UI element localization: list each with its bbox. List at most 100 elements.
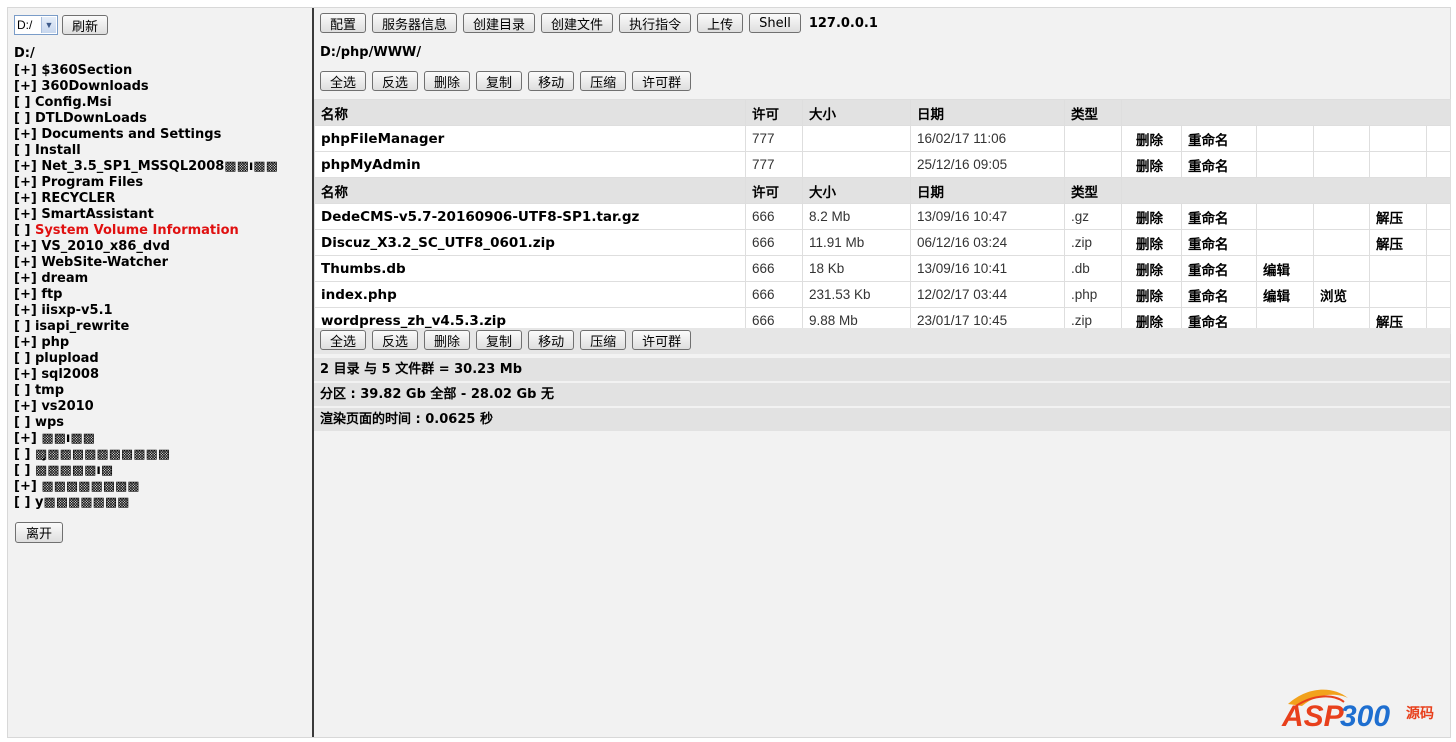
server-info-button[interactable]: 服务器信息: [372, 13, 458, 33]
select-all-button[interactable]: 全选: [320, 71, 367, 91]
row-view-link[interactable]: 浏览: [1313, 281, 1370, 308]
tree-expander[interactable]: [+]: [14, 255, 37, 270]
col-header-size[interactable]: 大小: [802, 177, 911, 204]
tree-item[interactable]: [+] 360Downloads: [14, 79, 278, 95]
tree-item[interactable]: [+] Documents and Settings: [14, 127, 278, 143]
tree-item-label[interactable]: php: [41, 335, 69, 350]
tree-item[interactable]: [ ] ▩▩▩▩▩ı▩: [14, 463, 278, 479]
tree-expander[interactable]: [ ]: [14, 463, 30, 478]
upload-button[interactable]: 上传: [697, 13, 744, 33]
table-row[interactable]: phpMyAdmin 777 25/12/16 09:05 删除 重命名: [314, 151, 1452, 178]
row-rename-link[interactable]: 重命名: [1181, 229, 1257, 256]
tree-expander[interactable]: [+]: [14, 239, 37, 254]
tree-expander[interactable]: [+]: [14, 399, 37, 414]
col-header-perm[interactable]: 许可: [745, 177, 803, 204]
tree-item-label[interactable]: vs2010: [41, 399, 93, 414]
table-row[interactable]: phpFileManager 777 16/02/17 11:06 删除 重命名: [314, 125, 1452, 152]
tree-item[interactable]: [ ] ▩̧▩▩▩▩▩▩▩▩▩▩: [14, 447, 278, 463]
tree-item[interactable]: [+] SmartAssistant: [14, 207, 278, 223]
row-extract-link[interactable]: 解压: [1369, 229, 1427, 256]
tree-expander[interactable]: [+]: [14, 63, 37, 78]
tree-expander[interactable]: [+]: [14, 303, 37, 318]
tree-item[interactable]: [+] ftp: [14, 287, 278, 303]
tree-expander[interactable]: [+]: [14, 271, 37, 286]
col-header-name[interactable]: 名称: [314, 177, 746, 204]
tree-item[interactable]: [+] dream: [14, 271, 278, 287]
tree-item-label[interactable]: Documents and Settings: [41, 127, 221, 142]
tree-expander[interactable]: [+]: [14, 367, 37, 382]
row-delete-link[interactable]: 删除: [1121, 281, 1182, 308]
table-row[interactable]: index.php 666 231.53 Kb 12/02/17 03:44 .php 删…: [314, 281, 1452, 308]
col-header-name[interactable]: 名称: [314, 99, 746, 126]
file-name[interactable]: phpMyAdmin: [314, 151, 746, 178]
tree-item-label[interactable]: Config.Msi: [35, 95, 112, 110]
tree-item-label[interactable]: wps: [35, 415, 64, 430]
tree-expander[interactable]: [ ]: [14, 319, 30, 334]
permissions-button[interactable]: 许可群: [632, 71, 692, 91]
col-header-type[interactable]: 类型: [1064, 177, 1122, 204]
row-delete-link[interactable]: 删除: [1121, 203, 1182, 230]
tree-item[interactable]: [ ] tmp: [14, 383, 278, 399]
invert-selection-button[interactable]: 反选: [372, 71, 419, 91]
tree-expander[interactable]: [+]: [14, 127, 37, 142]
tree-item-label[interactable]: Program Files: [41, 175, 143, 190]
tree-item[interactable]: [ ] Install: [14, 143, 278, 159]
invert-selection-button[interactable]: 反选: [372, 330, 419, 350]
col-header-type[interactable]: 类型: [1064, 99, 1122, 126]
tree-expander[interactable]: [ ]: [14, 223, 30, 238]
tree-expander[interactable]: [+]: [14, 175, 37, 190]
row-delete-link[interactable]: 删除: [1121, 151, 1182, 178]
tree-item[interactable]: [ ] Config.Msi: [14, 95, 278, 111]
permissions-button[interactable]: 许可群: [632, 330, 692, 350]
tree-item[interactable]: [+] VS_2010_x86_dvd: [14, 239, 278, 255]
tree-item-label[interactable]: ▩̧▩▩▩▩▩▩▩▩▩▩: [35, 447, 170, 462]
config-button[interactable]: 配置: [320, 13, 367, 33]
tree-item[interactable]: [+] Net_3.5_SP1_MSSQL2008▩▩ı▩▩: [14, 159, 278, 175]
file-name[interactable]: DedeCMS-v5.7-20160906-UTF8-SP1.tar.gz: [314, 203, 746, 230]
tree-item[interactable]: [ ] wps: [14, 415, 278, 431]
tree-item-label[interactable]: System Volume Information: [35, 223, 239, 238]
exec-command-button[interactable]: 执行指令: [619, 13, 692, 33]
tree-item[interactable]: [ ] у▩▩▩▩▩▩▩: [14, 495, 278, 511]
leave-button[interactable]: 离开: [15, 522, 64, 543]
table-row[interactable]: DedeCMS-v5.7-20160906-UTF8-SP1.tar.gz 666…: [314, 203, 1452, 230]
drive-select[interactable]: D:/ ▼: [14, 15, 58, 35]
tree-expander[interactable]: [ ]: [14, 415, 30, 430]
tree-item-label[interactable]: isapi_rewrite: [35, 319, 129, 334]
tree-item-label[interactable]: Install: [35, 143, 81, 158]
tree-expander[interactable]: [+]: [14, 207, 37, 222]
tree-item-label[interactable]: tmp: [35, 383, 64, 398]
row-rename-link[interactable]: 重命名: [1181, 151, 1257, 178]
row-rename-link[interactable]: 重命名: [1181, 281, 1257, 308]
row-rename-link[interactable]: 重命名: [1181, 125, 1257, 152]
tree-item[interactable]: [+] vs2010: [14, 399, 278, 415]
select-all-button[interactable]: 全选: [320, 330, 367, 350]
file-name[interactable]: Thumbs.db: [314, 255, 746, 282]
copy-button[interactable]: 复制: [476, 71, 523, 91]
tree-item[interactable]: [+] $360Section: [14, 63, 278, 79]
tree-item[interactable]: [+] sql2008: [14, 367, 278, 383]
tree-item-label[interactable]: ftp: [41, 287, 62, 302]
tree-item-label[interactable]: VS_2010_x86_dvd: [41, 239, 170, 254]
tree-expander[interactable]: [ ]: [14, 351, 30, 366]
tree-item-label[interactable]: Net_3.5_SP1_MSSQL2008▩▩ı▩▩: [41, 159, 278, 174]
tree-item-label[interactable]: $360Section: [41, 63, 132, 78]
tree-item[interactable]: [ ] DTLDownLoads: [14, 111, 278, 127]
chevron-down-icon[interactable]: ▼: [41, 17, 56, 33]
file-name[interactable]: Discuz_X3.2_SC_UTF8_0601.zip: [314, 229, 746, 256]
row-edit-link[interactable]: 编辑: [1256, 281, 1314, 308]
tree-item-label[interactable]: RECYCLER: [41, 191, 115, 206]
refresh-button[interactable]: 刷新: [62, 15, 109, 35]
col-header-date[interactable]: 日期: [910, 177, 1065, 204]
row-rename-link[interactable]: 重命名: [1181, 203, 1257, 230]
file-name[interactable]: index.php: [314, 281, 746, 308]
tree-item[interactable]: [ ] isapi_rewrite: [14, 319, 278, 335]
compress-button[interactable]: 压缩: [580, 71, 627, 91]
row-rename-link[interactable]: 重命名: [1181, 255, 1257, 282]
create-file-button[interactable]: 创建文件: [541, 13, 614, 33]
tree-expander[interactable]: [ ]: [14, 495, 30, 510]
tree-item-label[interactable]: SmartAssistant: [41, 207, 154, 222]
create-dir-button[interactable]: 创建目录: [463, 13, 536, 33]
tree-item-label[interactable]: DTLDownLoads: [35, 111, 147, 126]
row-delete-link[interactable]: 删除: [1121, 125, 1182, 152]
